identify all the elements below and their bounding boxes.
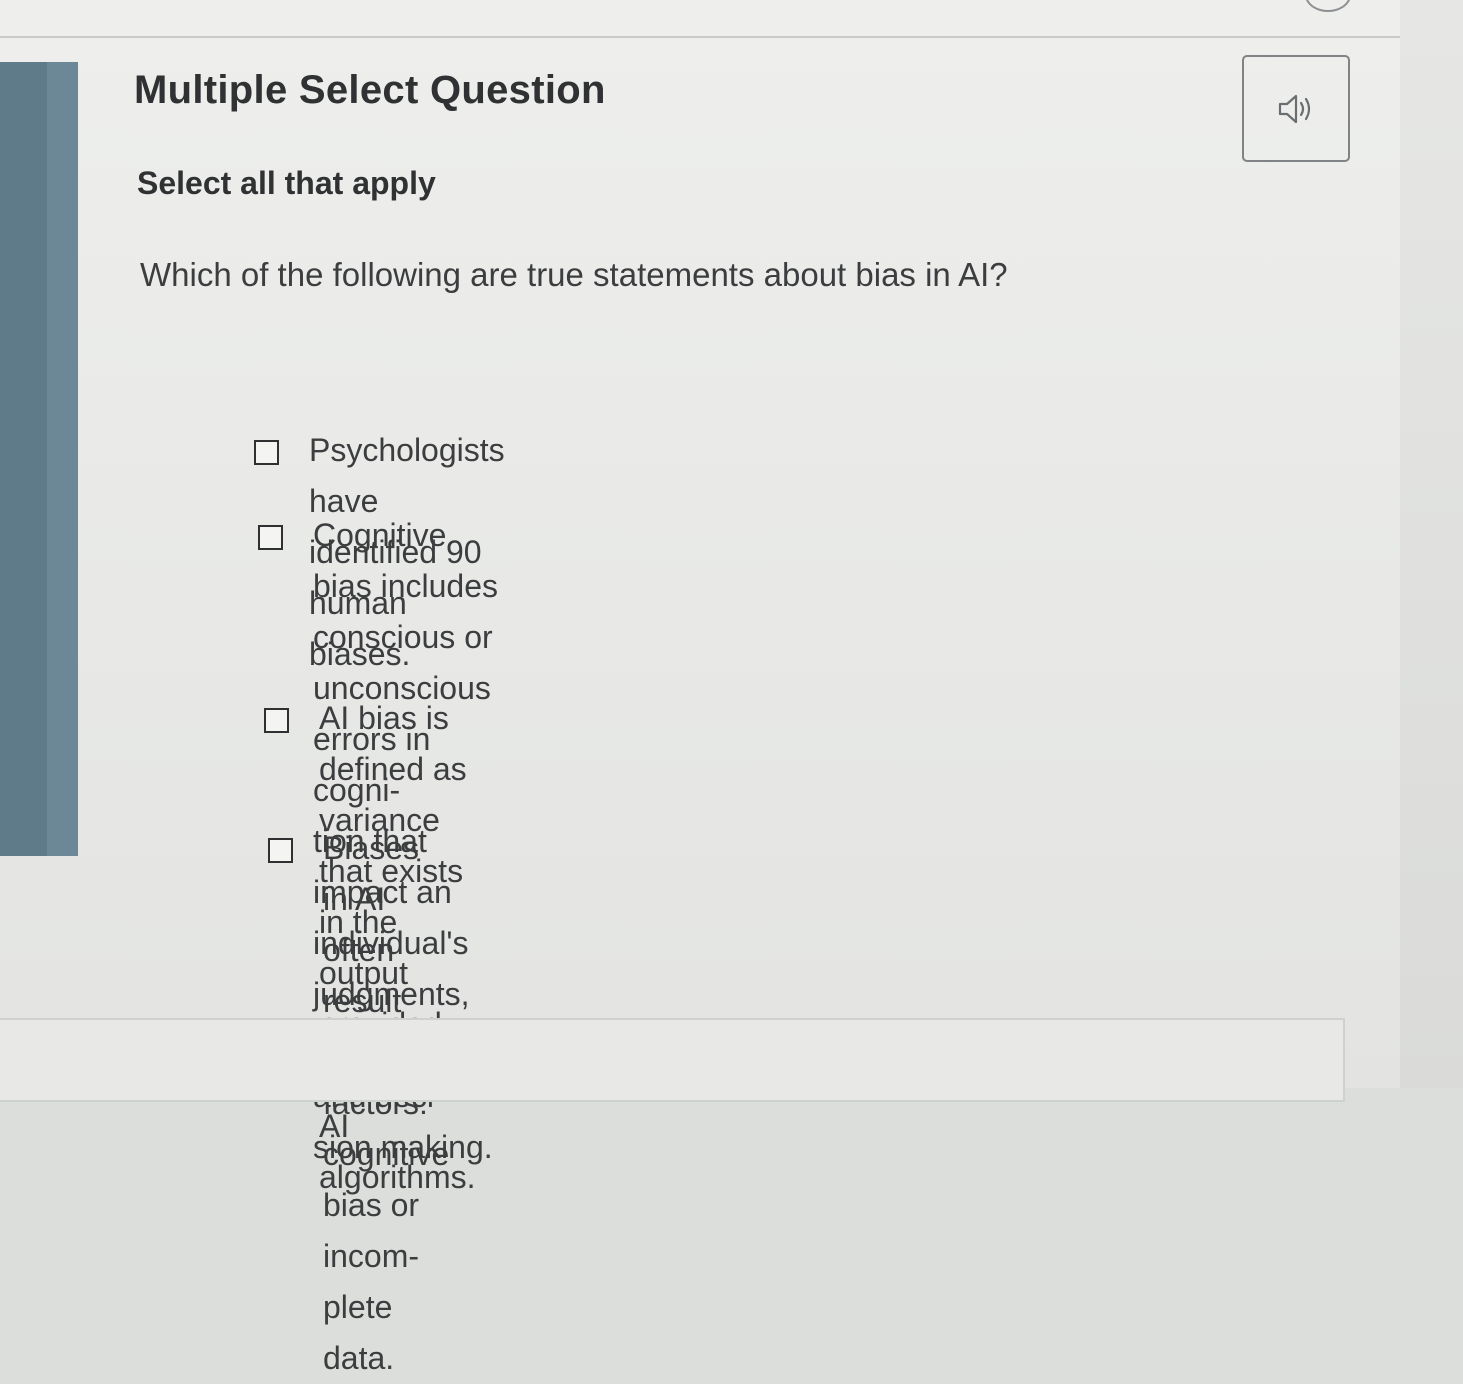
left-accent-bar [0,62,47,856]
question-type-title: Multiple Select Question [134,68,606,112]
top-divider [0,36,1400,38]
read-aloud-button[interactable] [1242,55,1350,162]
option-4-line-2: plete data. [323,1289,395,1376]
next-section-panel [0,1018,1345,1102]
option-3-checkbox[interactable] [264,708,289,733]
option-2-checkbox[interactable] [258,525,283,550]
question-page [0,0,1400,1088]
option-4[interactable]: Biases in AI often result from two facto… [268,830,449,1384]
option-1-checkbox[interactable] [254,440,279,465]
instruction-text: Select all that apply [137,165,436,201]
speaker-icon [1278,94,1311,123]
option-4-text: Biases in AI often result from two facto… [323,823,449,1384]
right-gutter [1400,0,1463,1088]
left-accent-bar-shade [47,62,78,856]
question-prompt: Which of the following are true statemen… [140,256,1008,293]
option-4-checkbox[interactable] [268,838,293,863]
